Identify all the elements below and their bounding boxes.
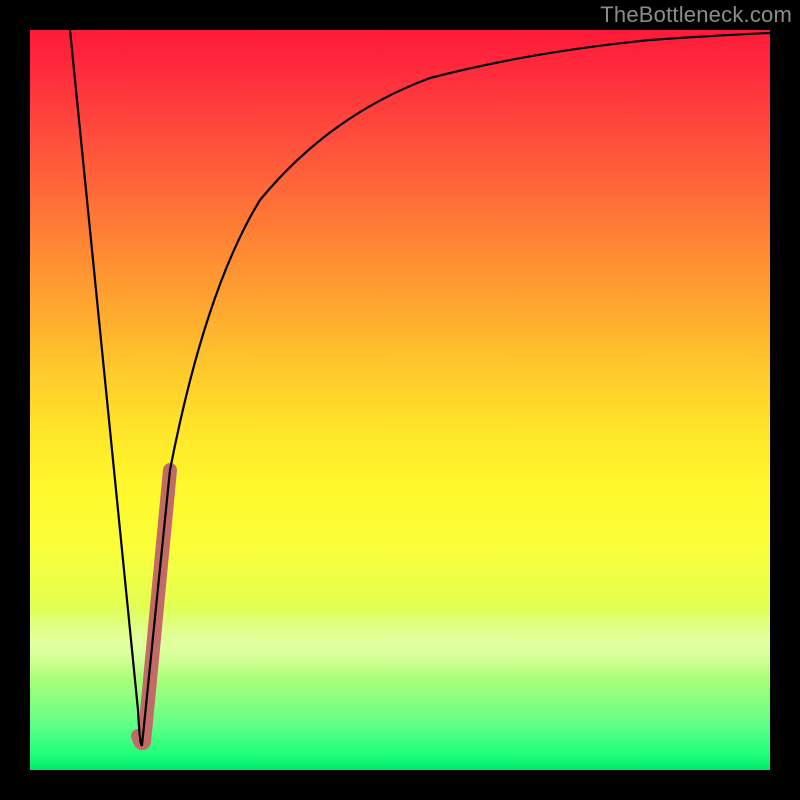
bottleneck-curve bbox=[70, 30, 770, 745]
plot-area bbox=[30, 30, 770, 770]
curve-layer bbox=[30, 30, 770, 770]
watermark-text: TheBottleneck.com bbox=[600, 2, 792, 28]
chart-frame: TheBottleneck.com bbox=[0, 0, 800, 800]
